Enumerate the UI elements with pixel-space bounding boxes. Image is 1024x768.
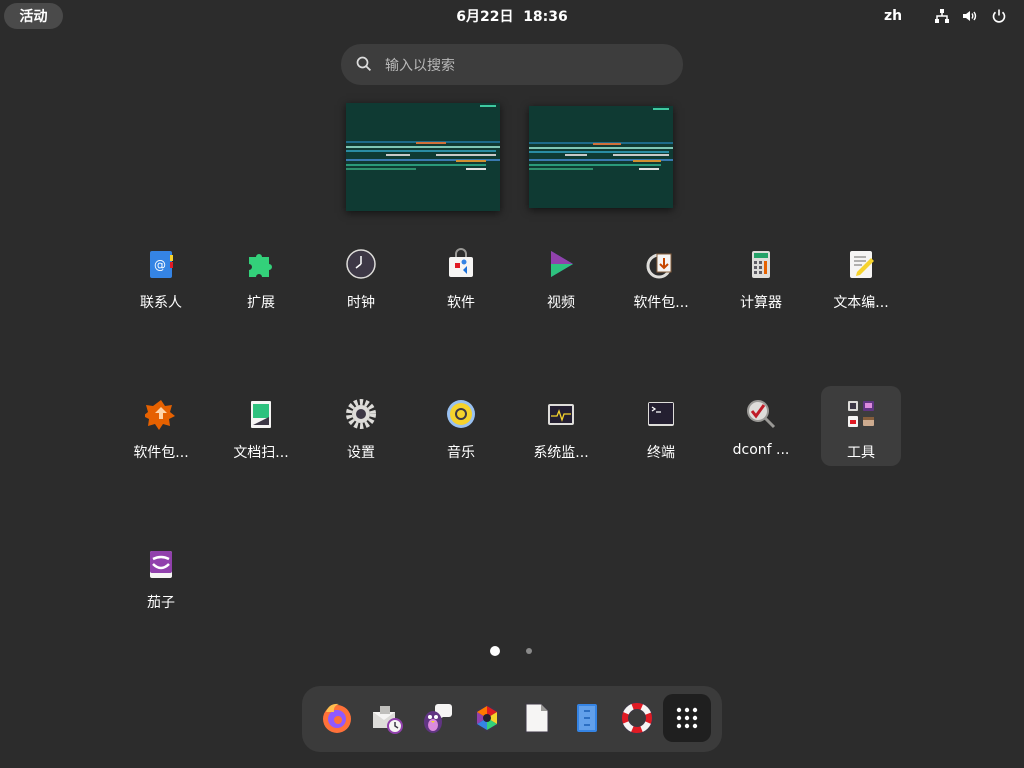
- workspace-thumbnail-1[interactable]: [346, 103, 500, 211]
- app-label: 终端: [647, 445, 675, 461]
- document-icon: [525, 703, 549, 733]
- app-extensions[interactable]: 扩展: [221, 236, 301, 316]
- archive-icon: [577, 704, 597, 732]
- dash-archive[interactable]: [563, 694, 611, 742]
- app-software[interactable]: 软件: [421, 236, 501, 316]
- app-terminal[interactable]: 终端: [621, 386, 701, 466]
- app-label: dconf ...: [732, 442, 790, 458]
- tools-folder-icon: [848, 401, 874, 427]
- app-settings[interactable]: 设置: [321, 386, 401, 466]
- app-label: 系统监...: [533, 445, 589, 461]
- search-box[interactable]: [341, 44, 683, 87]
- app-label: 视频: [547, 295, 575, 311]
- color-wheel-icon: [475, 704, 499, 732]
- software-icon: [449, 248, 473, 277]
- document-scanner-icon: [251, 401, 271, 428]
- dash: [302, 686, 722, 752]
- search-icon: [356, 56, 372, 72]
- app-label: 设置: [347, 445, 375, 461]
- dconf-editor-icon: [747, 400, 776, 429]
- dash-evolution[interactable]: [363, 694, 411, 742]
- dash-firefox[interactable]: [313, 694, 361, 742]
- app-label: 计算器: [740, 295, 782, 311]
- activities-button[interactable]: 活动: [4, 3, 63, 29]
- show-apps-button[interactable]: [663, 694, 711, 742]
- app-label: 软件包...: [633, 295, 689, 311]
- help-lifebuoy-icon: [621, 702, 653, 734]
- app-label: 软件包...: [133, 445, 189, 461]
- app-grid-icon: [676, 707, 698, 729]
- package-installer-icon: [145, 400, 175, 430]
- app-label: 联系人: [140, 295, 182, 311]
- top-bar: 活动 6月22日 18:36 zh: [0, 0, 1024, 32]
- app-label: 时钟: [347, 295, 375, 311]
- power-icon[interactable]: [991, 8, 1007, 24]
- app-calculator[interactable]: 计算器: [721, 236, 801, 316]
- dash-help[interactable]: [613, 694, 661, 742]
- chat-icon: [424, 704, 452, 733]
- page-indicator-1[interactable]: [490, 646, 500, 656]
- app-label: 软件: [447, 295, 475, 311]
- app-label: 音乐: [447, 445, 475, 461]
- settings-icon: [346, 399, 376, 429]
- dash-pidgin[interactable]: [413, 694, 461, 742]
- package-updater-icon: [646, 253, 672, 279]
- music-icon: [447, 400, 475, 428]
- dash-document[interactable]: [513, 694, 561, 742]
- app-label: 茄子: [147, 595, 175, 611]
- app-videos[interactable]: 视频: [521, 236, 601, 316]
- app-music[interactable]: 音乐: [421, 386, 501, 466]
- volume-icon[interactable]: [962, 8, 978, 24]
- date-time-button[interactable]: 6月22日 18:36: [452, 6, 572, 26]
- calculator-icon: [752, 251, 770, 278]
- firefox-icon: [323, 703, 351, 733]
- app-package-updater[interactable]: 软件包...: [621, 236, 701, 316]
- app-folder-tools[interactable]: 工具: [821, 386, 901, 466]
- language-indicator[interactable]: zh: [884, 8, 902, 24]
- page-indicator-2[interactable]: [526, 648, 532, 654]
- app-label: 文本编...: [833, 295, 889, 311]
- mail-calendar-icon: [373, 706, 403, 734]
- app-package-installer[interactable]: 软件包...: [121, 386, 201, 466]
- svg-text:@: @: [154, 258, 166, 272]
- terminal-icon: [648, 402, 674, 426]
- text-editor-icon: [850, 251, 874, 278]
- network-wired-icon[interactable]: [934, 8, 950, 24]
- app-dconf-editor[interactable]: dconf ...: [721, 386, 801, 466]
- dash-color-picker[interactable]: [463, 694, 511, 742]
- app-contacts[interactable]: @ 联系人: [121, 236, 201, 316]
- search-input[interactable]: [383, 44, 667, 87]
- videos-icon: [551, 251, 573, 277]
- app-text-editor[interactable]: 文本编...: [821, 236, 901, 316]
- app-label: 扩展: [247, 295, 275, 311]
- app-label: 工具: [847, 445, 875, 461]
- app-document-scanner[interactable]: 文档扫...: [221, 386, 301, 466]
- app-system-monitor[interactable]: 系统监...: [521, 386, 601, 466]
- app-cheese[interactable]: 茄子: [121, 536, 201, 616]
- contacts-icon: @: [150, 251, 173, 278]
- app-clock[interactable]: 时钟: [321, 236, 401, 316]
- clock: 6月22日 18:36: [0, 0, 1024, 32]
- extensions-icon: [249, 254, 272, 277]
- clock-icon: [346, 249, 376, 279]
- system-monitor-icon: [548, 404, 574, 425]
- app-label: 文档扫...: [233, 445, 289, 461]
- cheese-icon: [150, 551, 172, 578]
- workspace-thumbnail-2[interactable]: [529, 106, 673, 208]
